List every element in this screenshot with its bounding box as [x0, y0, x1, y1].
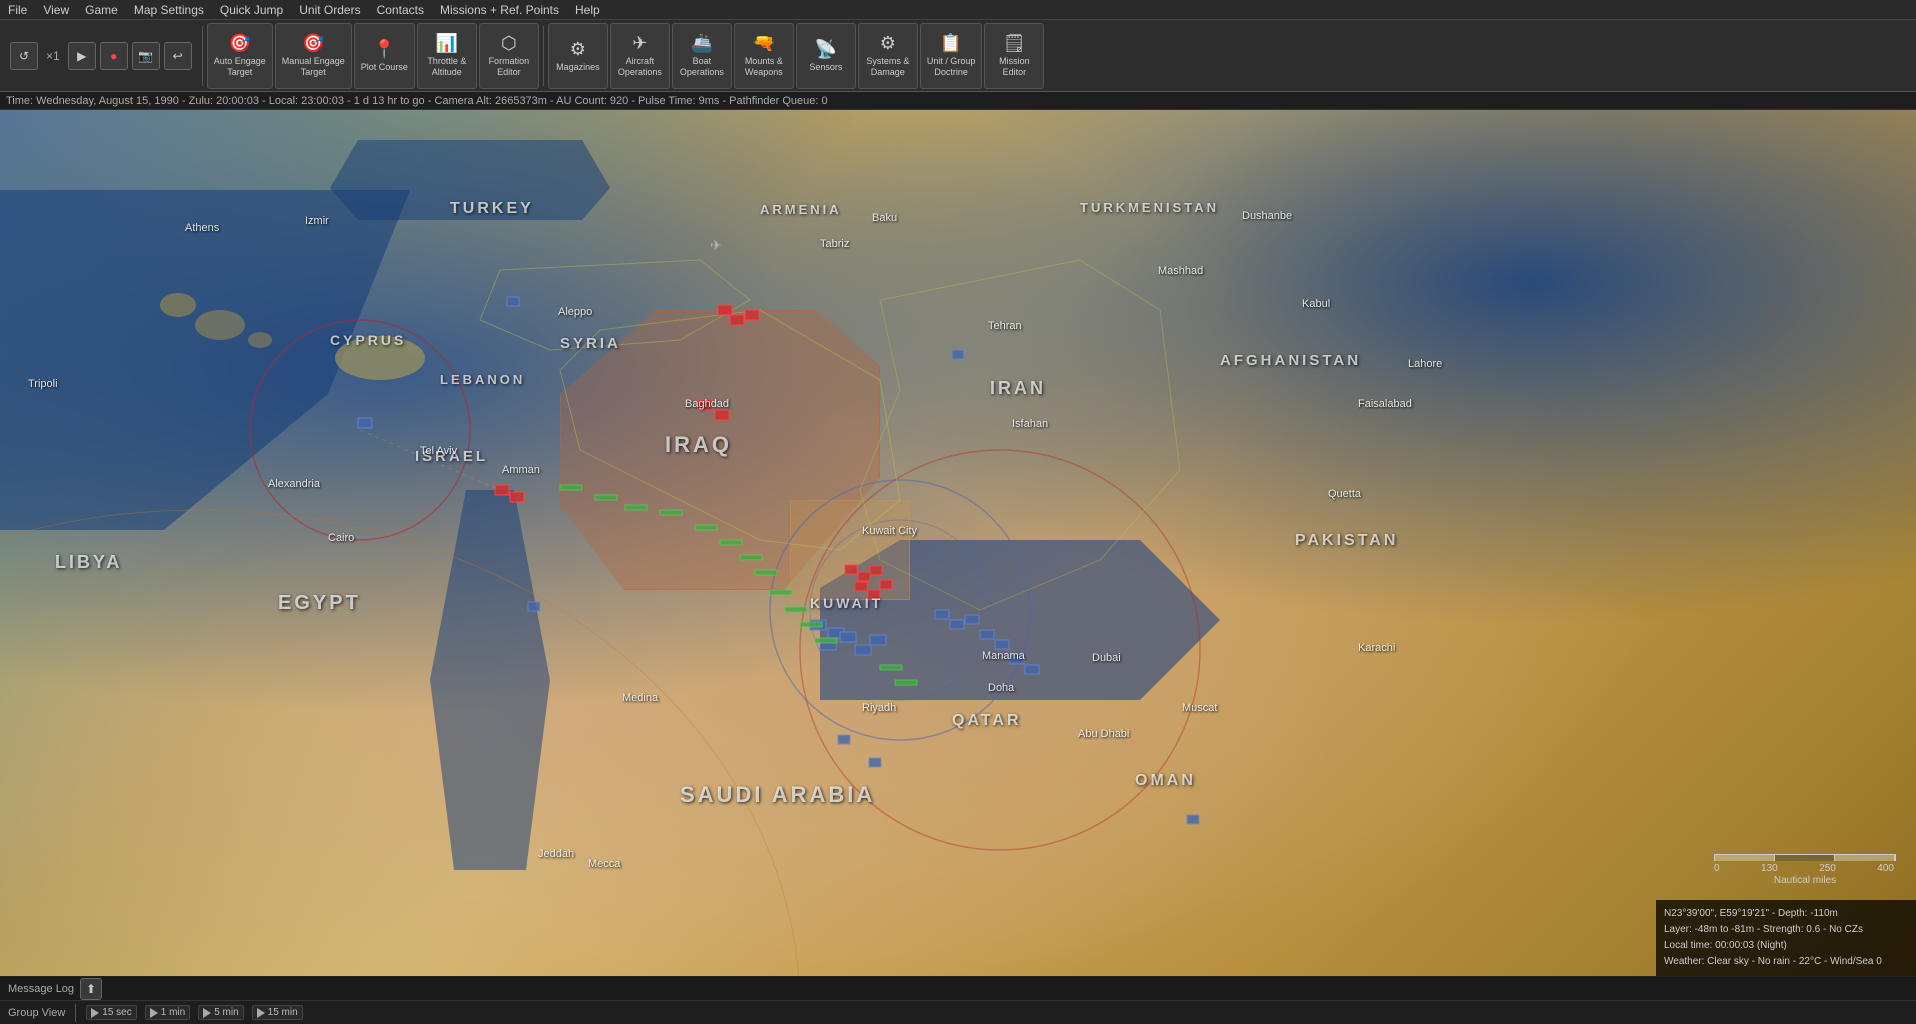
plot-course-label: Plot Course [361, 62, 408, 73]
menu-view[interactable]: View [43, 3, 69, 17]
mounts-label: Mounts &Weapons [745, 56, 783, 78]
message-log-bar: Message Log ⬆ [0, 976, 1916, 1000]
play-1min-icon [150, 1008, 158, 1018]
sensors-button[interactable]: 📡 Sensors [796, 23, 856, 89]
aircraft-ops-icon: ✈ [632, 33, 647, 54]
menu-quick-jump[interactable]: Quick Jump [220, 3, 283, 17]
magazines-label: Magazines [556, 62, 600, 73]
upload-button[interactable]: ⬆ [80, 978, 102, 1000]
back-button[interactable]: ↩ [164, 42, 192, 70]
systems-label: Systems &Damage [866, 56, 909, 78]
play-button[interactable]: ▶ [68, 42, 96, 70]
menu-missions[interactable]: Missions + Ref. Points [440, 3, 559, 17]
sensors-label: Sensors [809, 62, 842, 73]
info-panel: N23°39'00", E59°19'21" - Depth: -110m La… [1656, 900, 1916, 976]
menu-contacts[interactable]: Contacts [377, 3, 424, 17]
group-view-label: Group View [8, 1007, 65, 1019]
scale-seg-3 [1835, 855, 1895, 861]
camera-button[interactable]: 📷 [132, 42, 160, 70]
magazines-button[interactable]: ⚙ Magazines [548, 23, 608, 89]
manual-engage-button[interactable]: 🎯 Manual EngageTarget [275, 23, 352, 89]
speed-display: ×1 [42, 49, 64, 63]
menu-map-settings[interactable]: Map Settings [134, 3, 204, 17]
systems-icon: ⚙ [880, 33, 896, 54]
systems-damage-button[interactable]: ⚙ Systems &Damage [858, 23, 918, 89]
toolbar: ↺ ×1 ▶ ● 📷 ↩ 🎯 Auto EngageTarget 🎯 Manua… [0, 20, 1916, 92]
mission-editor-button[interactable]: 🗒 MissionEditor [984, 23, 1044, 89]
mission-label: MissionEditor [999, 56, 1030, 78]
scale-bar-visual [1714, 854, 1896, 861]
bottom-bar: Group View 15 sec 1 min 5 min 15 min [0, 1000, 1916, 1024]
record-button[interactable]: ● [100, 42, 128, 70]
formation-editor-button[interactable]: ⬡ FormationEditor [479, 23, 539, 89]
boat-ops-icon: 🚢 [691, 33, 713, 54]
aircraft-ops-label: AircraftOperations [618, 56, 662, 78]
aircraft-ops-button[interactable]: ✈ AircraftOperations [610, 23, 670, 89]
magazines-icon: ⚙ [570, 39, 586, 60]
map-area[interactable]: ✈ TURKEY ARMENIA TURKMENISTAN CYPRUS LEB… [0, 110, 1916, 976]
manual-engage-icon: 🎯 [302, 33, 324, 54]
menu-file[interactable]: File [8, 3, 27, 17]
plot-course-icon: 📍 [373, 39, 395, 60]
play-15sec-icon [91, 1008, 99, 1018]
toolbar-divider-1 [202, 26, 203, 86]
boat-ops-button[interactable]: 🚢 BoatOperations [672, 23, 732, 89]
menu-unit-orders[interactable]: Unit Orders [299, 3, 360, 17]
status-text: Time: Wednesday, August 15, 1990 - Zulu:… [6, 95, 828, 107]
info-line1: N23°39'00", E59°19'21" - Depth: -110m [1664, 906, 1908, 922]
formation-label: FormationEditor [489, 56, 530, 78]
play-5min-button[interactable]: 5 min [198, 1005, 243, 1020]
menubar: File View Game Map Settings Quick Jump U… [0, 0, 1916, 20]
scale-400: 400 [1877, 863, 1894, 874]
unit-doctrine-button[interactable]: 📋 Unit / GroupDoctrine [920, 23, 983, 89]
play-1min-button[interactable]: 1 min [145, 1005, 190, 1020]
play-1min-label: 1 min [161, 1007, 185, 1018]
play-15min-label: 15 min [268, 1007, 298, 1018]
auto-engage-icon: 🎯 [229, 33, 251, 54]
plot-course-button[interactable]: 📍 Plot Course [354, 23, 415, 89]
scale-seg-1 [1715, 855, 1775, 861]
scale-130: 130 [1761, 863, 1778, 874]
throttle-icon: 📊 [436, 33, 458, 54]
mounts-icon: 🔫 [753, 33, 775, 54]
info-line2: Layer: -48m to -81m - Strength: 0.6 - No… [1664, 922, 1908, 938]
mission-icon: 🗒 [1003, 33, 1026, 54]
throttle-label: Throttle &Altitude [427, 56, 466, 78]
scale-250: 250 [1819, 863, 1836, 874]
menu-help[interactable]: Help [575, 3, 600, 17]
reset-button[interactable]: ↺ [10, 42, 38, 70]
status-bar: Time: Wednesday, August 15, 1990 - Zulu:… [0, 92, 1916, 110]
bottom-divider [75, 1004, 76, 1022]
doctrine-icon: 📋 [940, 33, 962, 54]
auto-engage-label: Auto EngageTarget [214, 56, 266, 78]
mounts-weapons-button[interactable]: 🔫 Mounts &Weapons [734, 23, 794, 89]
play-5min-icon [203, 1008, 211, 1018]
play-5min-label: 5 min [214, 1007, 238, 1018]
sensors-icon: 📡 [815, 39, 837, 60]
scale-seg-2 [1775, 855, 1835, 861]
formation-icon: ⬡ [501, 33, 517, 54]
scale-labels: 0 130 250 400 [1714, 863, 1894, 874]
toolbar-divider-2 [543, 26, 544, 86]
scale-0: 0 [1714, 863, 1720, 874]
scale-unit: Nautical miles [1714, 875, 1896, 886]
playback-controls: ↺ ×1 ▶ ● 📷 ↩ [4, 42, 198, 70]
play-15min-icon [257, 1008, 265, 1018]
throttle-altitude-button[interactable]: 📊 Throttle &Altitude [417, 23, 477, 89]
menu-game[interactable]: Game [85, 3, 118, 17]
info-line4: Weather: Clear sky - No rain - 22°C - Wi… [1664, 954, 1908, 970]
play-15sec-label: 15 sec [102, 1007, 131, 1018]
boat-ops-label: BoatOperations [680, 56, 724, 78]
play-15sec-button[interactable]: 15 sec [86, 1005, 136, 1020]
manual-engage-label: Manual EngageTarget [282, 56, 345, 78]
info-line3: Local time: 00:00:03 (Night) [1664, 938, 1908, 954]
scale-bar: 0 130 250 400 Nautical miles [1714, 854, 1896, 886]
message-log-label: Message Log [8, 983, 74, 995]
auto-engage-button[interactable]: 🎯 Auto EngageTarget [207, 23, 273, 89]
kuwait-region [790, 500, 910, 600]
doctrine-label: Unit / GroupDoctrine [927, 56, 976, 78]
play-15min-button[interactable]: 15 min [252, 1005, 303, 1020]
